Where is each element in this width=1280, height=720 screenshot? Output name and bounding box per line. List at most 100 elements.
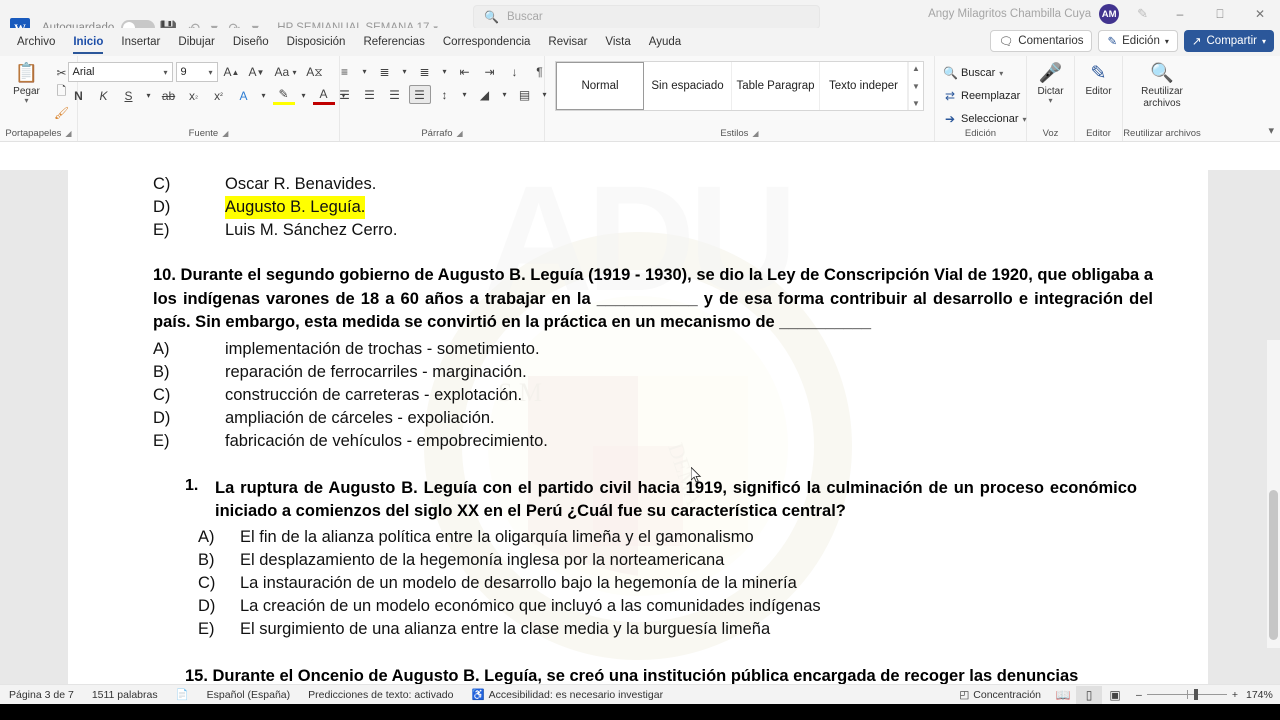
sort-icon[interactable]: ↓ xyxy=(504,62,526,81)
style-texto-independiente[interactable]: Texto indeper xyxy=(820,62,908,110)
tab-revisar[interactable]: Revisar xyxy=(539,32,596,52)
font-size-combo[interactable]: 9 ▾ xyxy=(175,62,218,82)
align-right-icon[interactable]: ☰ xyxy=(384,85,406,104)
zoom-slider[interactable]: – + xyxy=(1128,689,1246,701)
tab-correspondencia[interactable]: Correspondencia xyxy=(434,32,540,52)
read-mode-button[interactable]: 📖 xyxy=(1050,686,1076,704)
multilevel-dropdown-icon[interactable]: ▾ xyxy=(439,62,451,81)
bullets-icon[interactable]: ≡ xyxy=(334,62,356,81)
format-painter-icon[interactable]: 🖌 xyxy=(51,103,73,122)
scroll-up-icon[interactable]: ▲ xyxy=(912,64,920,73)
numbering-icon[interactable]: ≣ xyxy=(374,62,396,81)
decrease-indent-icon[interactable]: ⇤ xyxy=(454,62,476,81)
tab-insertar[interactable]: Insertar xyxy=(112,32,169,52)
word-count[interactable]: 1511 palabras xyxy=(83,689,167,701)
tab-referencias[interactable]: Referencias xyxy=(354,32,433,52)
align-center-icon[interactable]: ☰ xyxy=(359,85,381,104)
style-normal[interactable]: Normal xyxy=(556,62,644,110)
italic-button[interactable]: K xyxy=(93,86,115,105)
zoom-in-button[interactable]: + xyxy=(1232,689,1238,701)
clear-formatting-icon[interactable]: A⧖ xyxy=(304,63,326,82)
tab-inicio[interactable]: Inicio xyxy=(64,32,112,54)
tab-disposicion[interactable]: Disposición xyxy=(278,32,355,52)
collapse-ribbon-icon[interactable]: ▾ xyxy=(1268,124,1274,137)
dialog-launcher-icon[interactable]: ◢ xyxy=(752,129,758,138)
strikethrough-icon[interactable]: ab xyxy=(158,86,180,105)
language-indicator[interactable]: Español (España) xyxy=(198,689,299,701)
dialog-launcher-icon[interactable]: ◢ xyxy=(222,129,228,138)
style-sin-espaciado[interactable]: Sin espaciado xyxy=(644,62,732,110)
tab-vista[interactable]: Vista xyxy=(596,32,639,52)
increase-font-size-icon[interactable]: A ▲ xyxy=(221,63,243,82)
tab-archivo[interactable]: Archivo xyxy=(8,32,64,52)
zoom-level[interactable]: 174% xyxy=(1246,689,1280,701)
bullets-dropdown-icon[interactable]: ▾ xyxy=(359,62,371,81)
underline-dropdown-icon[interactable]: ▾ xyxy=(143,86,155,105)
line-spacing-icon[interactable]: ↕ xyxy=(434,85,456,104)
dictate-button[interactable]: 🎤 Dictar ▾ xyxy=(1029,61,1073,105)
font-color-icon[interactable]: A xyxy=(312,86,335,105)
reuse-files-button[interactable]: 🔍 Reutilizar archivos xyxy=(1127,61,1197,109)
minimize-button[interactable]: – xyxy=(1160,0,1200,28)
editor-button[interactable]: ✎ Editor xyxy=(1077,61,1121,97)
word-window: W Autoguardado 💾 ↶ ▾ ↷ ▾ HP SEMIANUAL SE… xyxy=(0,0,1280,720)
styles-more-icon[interactable]: ▼ xyxy=(912,99,920,108)
line-spacing-dropdown-icon[interactable]: ▾ xyxy=(459,85,471,104)
multilevel-list-icon[interactable]: ≣ xyxy=(414,62,436,81)
accessibility-status[interactable]: ♿ Accesibilidad: es necesario investigar xyxy=(462,688,672,702)
zoom-thumb[interactable] xyxy=(1193,689,1198,700)
subscript-icon[interactable]: x₂ xyxy=(183,86,205,105)
justify-icon[interactable]: ☰ xyxy=(408,85,431,104)
text-effects-dropdown-icon[interactable]: ▾ xyxy=(258,86,270,105)
text-highlight-color-icon[interactable]: ✎ xyxy=(272,86,295,105)
underline-button[interactable]: S xyxy=(118,86,140,105)
borders-icon[interactable]: ▤ xyxy=(514,85,536,104)
focus-mode-button[interactable]: ◰ Concentración xyxy=(950,689,1050,701)
change-case-icon[interactable]: Aa ▾ xyxy=(271,63,301,82)
share-icon: ↗ xyxy=(1191,36,1202,48)
tab-diseno[interactable]: Diseño xyxy=(224,32,278,52)
dialog-launcher-icon[interactable]: ◢ xyxy=(65,129,71,138)
text-predictions-status[interactable]: Predicciones de texto: activado xyxy=(299,689,462,701)
tab-ayuda[interactable]: Ayuda xyxy=(640,32,690,52)
scrollbar-thumb[interactable] xyxy=(1269,490,1278,640)
increase-indent-icon[interactable]: ⇥ xyxy=(479,62,501,81)
select-button[interactable]: ➔ Seleccionar ▾ xyxy=(943,109,1027,129)
text-effects-icon[interactable]: A xyxy=(233,86,255,105)
scroll-down-icon[interactable]: ▼ xyxy=(912,82,920,91)
maximize-button[interactable]: ⎕ xyxy=(1200,0,1240,28)
search-box[interactable]: 🔍 xyxy=(473,5,820,29)
editing-mode-button[interactable]: ✎ Edición ▾ xyxy=(1098,30,1178,52)
superscript-icon[interactable]: x² xyxy=(208,86,230,105)
document-page[interactable]: ADU S.M DEMA C) Oscar R. Benavides. D) A… xyxy=(68,170,1208,684)
style-table-paragraph[interactable]: Table Paragrap xyxy=(732,62,820,110)
paste-button[interactable]: 📋 Pegar ▾ xyxy=(5,61,49,105)
close-button[interactable]: ✕ xyxy=(1240,0,1280,28)
font-name-combo[interactable]: Arial ▾ xyxy=(67,62,173,82)
dialog-launcher-icon[interactable]: ◢ xyxy=(457,129,463,138)
share-button[interactable]: ↗ Compartir ▾ xyxy=(1183,30,1274,52)
styles-scroll[interactable]: ▲ ▼ ▼ xyxy=(908,62,923,110)
shading-icon[interactable]: ◢ xyxy=(474,85,496,104)
print-layout-button[interactable]: ▯ xyxy=(1076,685,1103,704)
align-left-icon[interactable]: ☰ xyxy=(334,85,356,104)
decrease-font-size-icon[interactable]: A ▼ xyxy=(246,63,268,82)
web-layout-button[interactable]: ▣ xyxy=(1102,686,1128,704)
bold-button[interactable]: N xyxy=(68,86,90,105)
find-button[interactable]: 🔍 Buscar ▾ xyxy=(943,63,1027,83)
proofing-icon[interactable]: 📄 xyxy=(167,688,198,701)
comments-button[interactable]: 🗨 Comentarios xyxy=(989,30,1093,52)
vertical-scrollbar[interactable] xyxy=(1267,340,1280,648)
search-input[interactable] xyxy=(506,11,787,23)
avatar[interactable]: AM xyxy=(1099,4,1120,24)
numbering-dropdown-icon[interactable]: ▾ xyxy=(399,62,411,81)
pen-annotate-icon[interactable]: ✎ xyxy=(1137,6,1148,22)
zoom-track[interactable] xyxy=(1146,689,1227,700)
shading-dropdown-icon[interactable]: ▾ xyxy=(499,85,511,104)
page-indicator[interactable]: Página 3 de 7 xyxy=(0,689,83,701)
replace-button[interactable]: ⇄ Reemplazar xyxy=(943,86,1027,106)
highlight-dropdown-icon[interactable]: ▾ xyxy=(298,86,310,105)
tab-dibujar[interactable]: Dibujar xyxy=(169,32,223,52)
zoom-out-button[interactable]: – xyxy=(1136,689,1142,701)
question-10-text: 10. Durante el segundo gobierno de Augus… xyxy=(153,266,1153,331)
